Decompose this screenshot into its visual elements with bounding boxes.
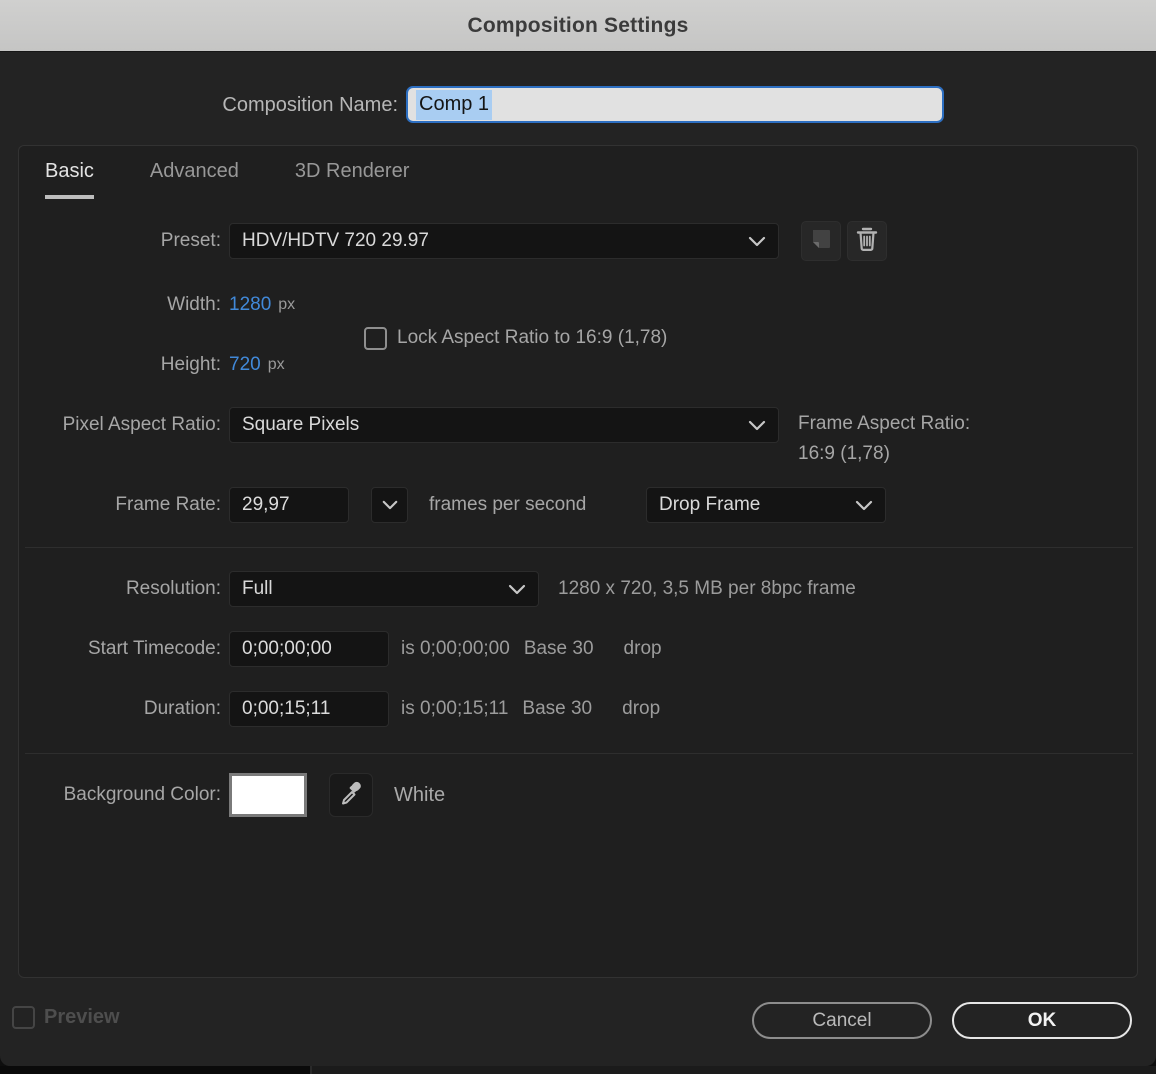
duration-label: Duration: — [143, 698, 221, 719]
frame-rate-preset-button[interactable] — [371, 487, 408, 523]
eyedropper-button[interactable] — [329, 773, 373, 817]
tab-bar: Basic Advanced 3D Renderer — [45, 160, 409, 199]
duration-is: is 0;00;15;11 — [401, 698, 509, 719]
width-label: Width: — [167, 294, 221, 315]
background-color-label: Background Color: — [63, 784, 221, 805]
frame-rate-unit: frames per second — [429, 494, 587, 515]
composition-name-input[interactable]: Comp 1 — [406, 86, 944, 123]
frame-aspect-ratio-block: Frame Aspect Ratio: 16:9 (1,78) — [798, 409, 970, 469]
preset-label: Preset: — [160, 230, 221, 251]
frame-aspect-ratio-label: Frame Aspect Ratio: — [798, 413, 971, 434]
preview-checkbox[interactable] — [12, 1006, 35, 1029]
background-color-swatch[interactable] — [229, 773, 307, 817]
chevron-down-icon — [748, 420, 766, 431]
save-preset-icon — [809, 227, 833, 256]
preset-value: HDV/HDTV 720 29.97 — [242, 230, 429, 251]
save-preset-button[interactable] — [801, 221, 841, 261]
width-unit: px — [278, 296, 296, 313]
settings-panel: Basic Advanced 3D Renderer Preset: HDV/H… — [18, 145, 1138, 978]
composition-name-label: Composition Name: — [222, 93, 398, 116]
frame-rate-row: Frame Rate: 29,97 frames per second Drop… — [19, 487, 1137, 523]
start-timecode-is: is 0;00;00;00 — [401, 638, 510, 659]
dialog-title: Composition Settings — [467, 13, 689, 37]
lock-aspect-label: Lock Aspect Ratio to 16:9 (1,78) — [397, 327, 668, 348]
composition-name-value: Comp 1 — [416, 89, 493, 120]
start-timecode-drop: drop — [623, 638, 662, 659]
divider — [25, 753, 1133, 754]
duration-drop: drop — [622, 698, 661, 719]
frame-rate-value: 29,97 — [242, 494, 290, 515]
chevron-down-icon — [855, 500, 873, 511]
height-label: Height: — [160, 354, 221, 375]
cancel-button[interactable]: Cancel — [752, 1002, 932, 1039]
composition-settings-dialog: Composition Settings Composition Name: C… — [0, 0, 1156, 1066]
width-value[interactable]: 1280 — [229, 294, 271, 316]
height-unit: px — [267, 356, 285, 373]
tab-advanced[interactable]: Advanced — [150, 160, 239, 199]
duration-row: Duration: 0;00;15;11 is 0;00;15;11 Base … — [19, 691, 1137, 727]
chevron-down-icon — [382, 500, 398, 510]
background-color-row: Background Color: White — [19, 771, 1137, 819]
frame-rate-label: Frame Rate: — [115, 494, 221, 515]
preview-toggle: Preview — [12, 1006, 120, 1029]
preset-dropdown[interactable]: HDV/HDTV 720 29.97 — [229, 223, 779, 259]
trash-icon — [855, 226, 879, 257]
width-row: Width: 1280 px — [19, 287, 1137, 323]
divider — [25, 547, 1133, 548]
tab-basic[interactable]: Basic — [45, 160, 94, 199]
drop-frame-value: Drop Frame — [659, 494, 761, 515]
start-timecode-input[interactable]: 0;00;00;00 — [229, 631, 389, 667]
resolution-label: Resolution: — [125, 578, 221, 599]
background-app-panel-divider — [310, 1066, 312, 1074]
preview-label: Preview — [44, 1006, 120, 1028]
resolution-info: 1280 x 720, 3,5 MB per 8bpc frame — [558, 578, 856, 599]
chevron-down-icon — [748, 236, 766, 247]
pixel-aspect-dropdown[interactable]: Square Pixels — [229, 407, 779, 443]
preset-row: Preset: HDV/HDTV 720 29.97 — [19, 221, 1137, 261]
ok-button[interactable]: OK — [952, 1002, 1132, 1039]
drop-frame-dropdown[interactable]: Drop Frame — [646, 487, 886, 523]
pixel-aspect-value: Square Pixels — [242, 414, 360, 435]
chevron-down-icon — [508, 584, 526, 595]
eyedropper-icon — [338, 780, 364, 811]
background-app-strip — [0, 1066, 1156, 1074]
delete-preset-button[interactable] — [847, 221, 887, 261]
duration-input[interactable]: 0;00;15;11 — [229, 691, 389, 727]
height-row: Height: 720 px — [19, 347, 1137, 383]
duration-value: 0;00;15;11 — [242, 698, 331, 719]
resolution-value: Full — [242, 578, 273, 599]
resolution-row: Resolution: Full 1280 x 720, 3,5 MB per … — [19, 571, 1137, 607]
duration-base: Base 30 — [522, 698, 593, 719]
composition-name-row: Composition Name: Comp 1 — [0, 86, 1156, 124]
tab-3d-renderer[interactable]: 3D Renderer — [295, 160, 410, 199]
resolution-dropdown[interactable]: Full — [229, 571, 539, 607]
start-timecode-row: Start Timecode: 0;00;00;00 is 0;00;00;00… — [19, 631, 1137, 667]
pixel-aspect-label: Pixel Aspect Ratio: — [62, 414, 221, 435]
height-value[interactable]: 720 — [229, 354, 261, 376]
frame-rate-input[interactable]: 29,97 — [229, 487, 349, 523]
dialog-titlebar: Composition Settings — [0, 0, 1156, 52]
background-color-name: White — [394, 783, 446, 806]
background-app-left-pane — [0, 1066, 310, 1074]
start-timecode-value: 0;00;00;00 — [242, 638, 332, 659]
start-timecode-label: Start Timecode: — [87, 638, 221, 659]
start-timecode-base: Base 30 — [523, 638, 594, 659]
frame-aspect-ratio-value: 16:9 (1,78) — [798, 443, 890, 464]
